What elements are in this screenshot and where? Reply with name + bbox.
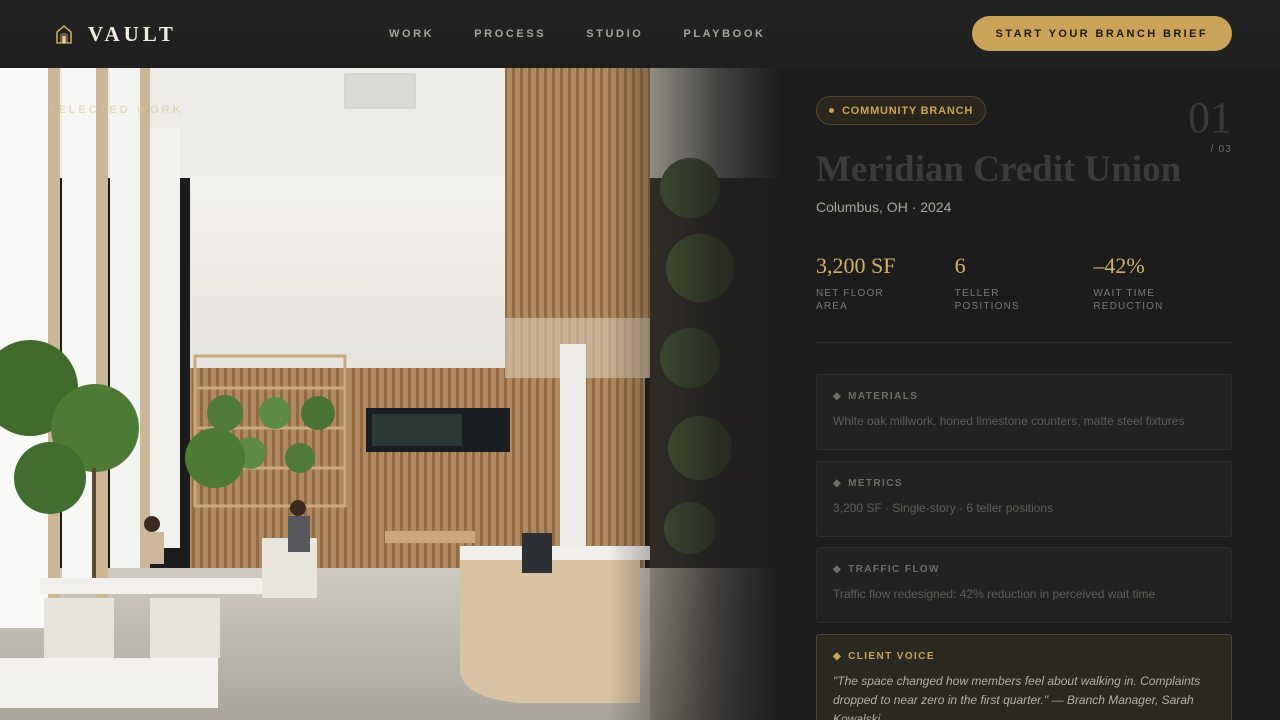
card-header: ◆ METRICS — [833, 478, 1215, 489]
project-category-badge: COMMUNITY BRANCH — [816, 96, 987, 125]
stat-value: 6 — [954, 253, 966, 278]
card-header: ◆ MATERIALS — [833, 391, 1215, 402]
stat-label: NET FLOOR AREA — [816, 288, 884, 312]
diamond-icon: ◆ — [833, 564, 843, 575]
card-title: METRICS — [848, 478, 903, 489]
stat-wait-time: –42% WAIT TIME REDUCTION — [1093, 253, 1232, 313]
diamond-icon: ◆ — [833, 478, 843, 489]
card-metrics[interactable]: ◆ METRICS 3,200 SF · Single-story · 6 te… — [816, 461, 1232, 537]
stat-teller-positions: 6 TELLER POSITIONS — [955, 253, 1094, 313]
nav-link-playbook[interactable]: PLAYBOOK — [683, 28, 765, 40]
badge-dot-icon — [829, 108, 834, 113]
card-traffic-flow[interactable]: ◆ TRAFFIC FLOW Traffic flow redesigned: … — [816, 547, 1232, 623]
project-stats: 3,200 SF NET FLOOR AREA 6 TELLER POSITIO… — [816, 253, 1232, 313]
brand-name: VAULT — [88, 21, 177, 46]
card-title: TRAFFIC FLOW — [848, 564, 940, 575]
card-client-voice[interactable]: ◆ CLIENT VOICE "The space changed how me… — [816, 634, 1232, 720]
stat-label: WAIT TIME REDUCTION — [1093, 288, 1164, 312]
stat-value: –42% — [1093, 253, 1145, 278]
nav-link-process[interactable]: PROCESS — [474, 28, 546, 40]
project-location: Columbus, OH · 2024 — [816, 199, 952, 215]
brand[interactable]: VAULT — [54, 22, 254, 47]
stat-floor-area: 3,200 SF NET FLOOR AREA — [816, 253, 955, 313]
card-header: ◆ CLIENT VOICE — [833, 651, 1215, 662]
start-branch-brief-button[interactable]: START YOUR BRANCH BRIEF — [971, 16, 1232, 51]
project-title: Meridian Credit Union — [816, 149, 1182, 190]
top-navigation: VAULT WORK PROCESS STUDIO PLAYBOOK START… — [0, 0, 1280, 68]
badge-label: COMMUNITY BRANCH — [842, 104, 974, 117]
nav-link-work[interactable]: WORK — [389, 28, 434, 40]
nav-link-studio[interactable]: STUDIO — [586, 28, 643, 40]
project-detail-panel: COMMUNITY BRANCH 01 / 03 Meridian Credit… — [816, 68, 1232, 720]
vault-logo-icon — [56, 24, 72, 44]
selected-work-label: SELECTED WORK — [48, 104, 184, 116]
stat-label: TELLER POSITIONS — [954, 288, 1020, 312]
card-title: MATERIALS — [848, 391, 919, 402]
card-text: Traffic flow redesigned: 42% reduction i… — [833, 587, 1156, 601]
project-index-number: 01 — [1188, 93, 1232, 142]
project-index: 01 / 03 — [1188, 93, 1232, 156]
card-text: White oak millwork, honed limestone coun… — [833, 414, 1185, 428]
photo-fade-overlay — [0, 68, 780, 720]
branch-interior-photo: SELECTED WORK — [0, 68, 780, 720]
diamond-icon: ◆ — [833, 651, 843, 662]
card-header: ◆ TRAFFIC FLOW — [833, 564, 1215, 575]
stat-value: 3,200 SF — [816, 253, 896, 278]
card-title: CLIENT VOICE — [848, 651, 935, 662]
section-divider — [816, 342, 1232, 343]
diamond-icon: ◆ — [833, 391, 843, 402]
project-index-total: / 03 — [1210, 144, 1232, 155]
nav-links: WORK PROCESS STUDIO PLAYBOOK — [389, 28, 766, 40]
card-text: 3,200 SF · Single-story · 6 teller posit… — [833, 501, 1054, 515]
card-materials[interactable]: ◆ MATERIALS White oak millwork, honed li… — [816, 374, 1232, 450]
client-quote: "The space changed how members feel abou… — [833, 674, 1201, 720]
